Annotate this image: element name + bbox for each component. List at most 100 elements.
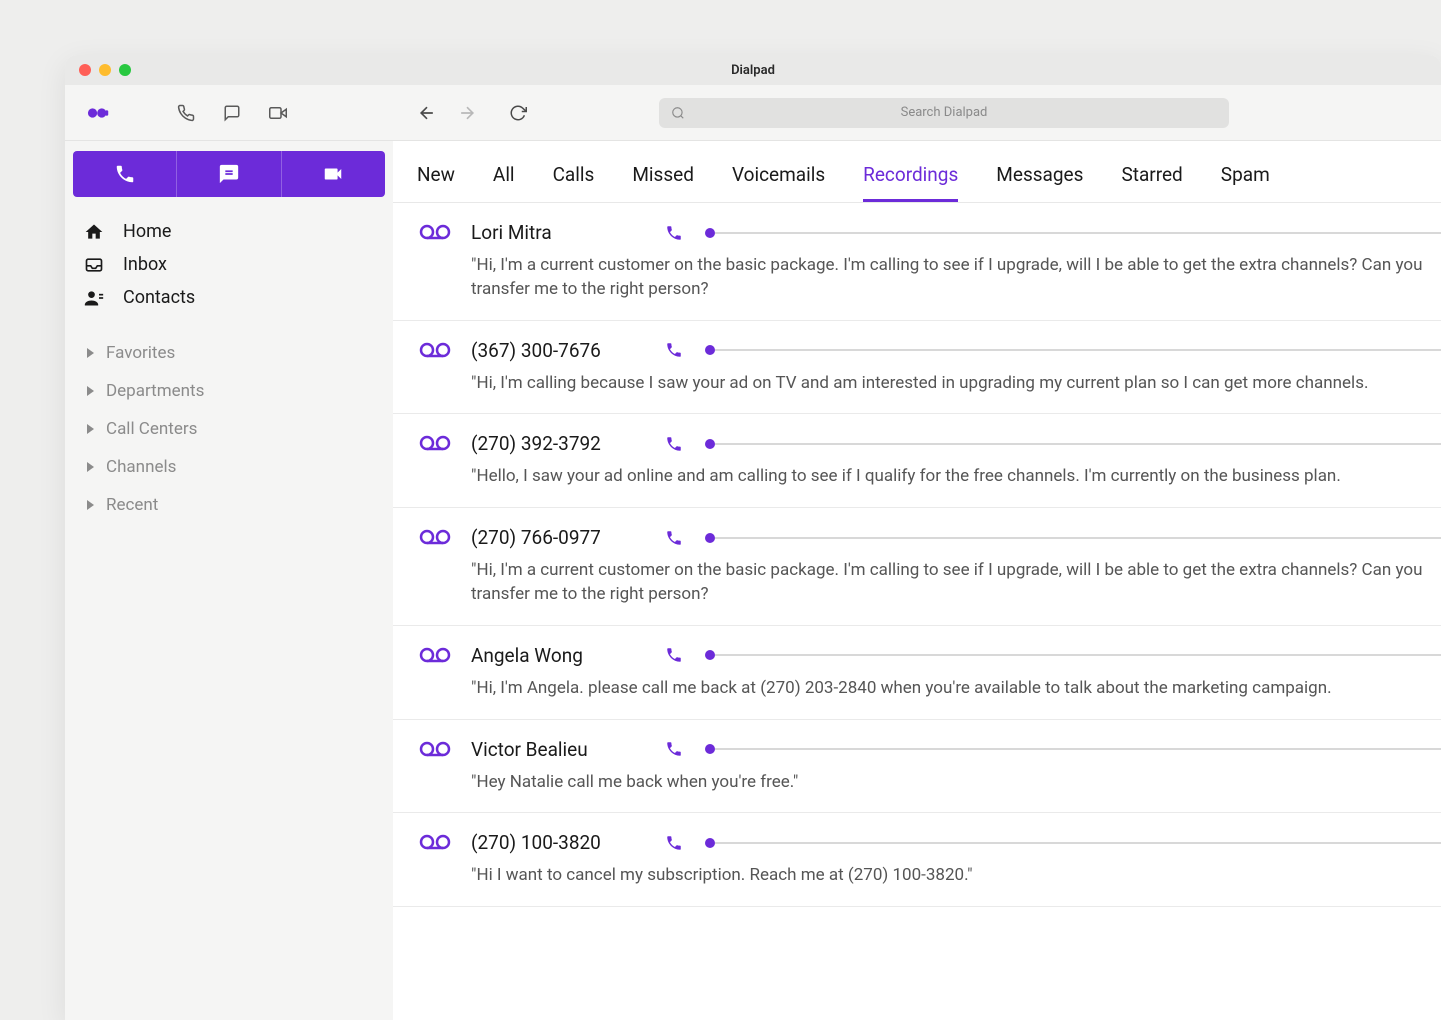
recording-header: (270) 392-3792 [471, 432, 1441, 455]
tab-new[interactable]: New [417, 163, 455, 202]
sidebar-item-label: Inbox [123, 254, 167, 275]
app-logo [87, 105, 111, 121]
chat-icon[interactable] [221, 102, 243, 124]
new-video-button[interactable] [282, 151, 385, 197]
sidebar-section-channels[interactable]: Channels [65, 448, 393, 486]
playback-slider[interactable] [705, 533, 1441, 543]
recording-caller: (367) 300-7676 [471, 339, 651, 362]
sidebar-section-favorites[interactable]: Favorites [65, 334, 393, 372]
close-window-button[interactable] [79, 64, 91, 76]
inbox-icon [83, 255, 105, 275]
search-container: Search Dialpad [527, 98, 1441, 128]
recording-item[interactable]: Angela Wong "Hi, I'm Angela. please call … [393, 626, 1441, 720]
minimize-window-button[interactable] [99, 64, 111, 76]
tab-voicemails[interactable]: Voicemails [732, 163, 825, 202]
recording-header: Angela Wong [471, 644, 1441, 667]
recording-body: (270) 766-0977"Hi, I'm a current custome… [471, 526, 1441, 607]
recording-header: Victor Bealieu [471, 738, 1441, 761]
sidebar-item-label: Home [123, 221, 171, 242]
call-back-button[interactable] [665, 341, 683, 359]
phone-icon[interactable] [175, 102, 197, 124]
sidebar: Home Inbox Contacts [65, 141, 393, 1020]
tab-recordings[interactable]: Recordings [863, 163, 958, 202]
chevron-right-icon [87, 462, 94, 472]
chevron-right-icon [87, 424, 94, 434]
recording-item[interactable]: Victor Bealieu "Hey Natalie call me back … [393, 720, 1441, 814]
contacts-icon [83, 288, 105, 308]
video-icon[interactable] [267, 102, 289, 124]
playback-slider[interactable] [705, 345, 1441, 355]
voicemail-icon [419, 339, 451, 396]
tab-all[interactable]: All [493, 163, 515, 202]
recordings-list: Lori Mitra"Hi, I'm a current customer on… [393, 203, 1441, 1020]
toolbar-left [65, 102, 393, 124]
voicemail-icon [419, 644, 451, 701]
playback-dot[interactable] [705, 439, 715, 449]
sidebar-section-recent[interactable]: Recent [65, 486, 393, 524]
call-back-button[interactable] [665, 834, 683, 852]
call-back-button[interactable] [665, 224, 683, 242]
call-back-button[interactable] [665, 646, 683, 664]
playback-slider[interactable] [705, 228, 1441, 238]
playback-track [715, 842, 1441, 844]
recording-caller: (270) 392-3792 [471, 432, 651, 455]
call-back-button[interactable] [665, 435, 683, 453]
maximize-window-button[interactable] [119, 64, 131, 76]
playback-slider[interactable] [705, 744, 1441, 754]
tabs: New All Calls Missed Voicemails Recordin… [393, 141, 1441, 203]
playback-dot[interactable] [705, 838, 715, 848]
playback-track [715, 443, 1441, 445]
tab-messages[interactable]: Messages [996, 163, 1083, 202]
recording-item[interactable]: (270) 100-3820"Hi I want to cancel my su… [393, 813, 1441, 907]
recording-transcript: "Hi, I'm a current customer on the basic… [471, 254, 1441, 302]
sidebar-action-row [73, 151, 385, 197]
voicemail-icon [419, 831, 451, 888]
app-window: Dialpad [65, 55, 1441, 1020]
sidebar-section-label: Channels [106, 457, 176, 477]
recording-body: Angela Wong "Hi, I'm Angela. please call … [471, 644, 1441, 701]
recording-item[interactable]: (270) 766-0977"Hi, I'm a current custome… [393, 508, 1441, 626]
back-button[interactable] [417, 103, 437, 123]
tab-spam[interactable]: Spam [1221, 163, 1270, 202]
playback-dot[interactable] [705, 650, 715, 660]
playback-dot[interactable] [705, 345, 715, 355]
recording-header: (270) 100-3820 [471, 831, 1441, 854]
tab-starred[interactable]: Starred [1121, 163, 1182, 202]
search-input[interactable]: Search Dialpad [659, 98, 1229, 128]
tab-missed[interactable]: Missed [632, 163, 694, 202]
playback-slider[interactable] [705, 838, 1441, 848]
sidebar-section-departments[interactable]: Departments [65, 372, 393, 410]
recording-item[interactable]: Lori Mitra"Hi, I'm a current customer on… [393, 203, 1441, 321]
toolbar-quick-actions [175, 102, 289, 124]
playback-slider[interactable] [705, 650, 1441, 660]
recording-item[interactable]: (270) 392-3792"Hello, I saw your ad onli… [393, 414, 1441, 508]
playback-dot[interactable] [705, 533, 715, 543]
chevron-right-icon [87, 348, 94, 358]
playback-dot[interactable] [705, 228, 715, 238]
playback-dot[interactable] [705, 744, 715, 754]
tab-calls[interactable]: Calls [553, 163, 595, 202]
new-call-button[interactable] [73, 151, 177, 197]
recording-transcript: "Hi, I'm Angela. please call me back at … [471, 677, 1441, 701]
call-back-button[interactable] [665, 529, 683, 547]
call-back-button[interactable] [665, 740, 683, 758]
voicemail-icon [419, 221, 451, 302]
sidebar-item-home[interactable]: Home [65, 215, 393, 248]
voicemail-icon [419, 432, 451, 489]
sidebar-section-label: Recent [106, 495, 158, 515]
titlebar: Dialpad [65, 55, 1441, 85]
recording-item[interactable]: (367) 300-7676"Hi, I'm calling because I… [393, 321, 1441, 415]
recording-transcript: "Hey Natalie call me back when you're fr… [471, 771, 1441, 795]
playback-slider[interactable] [705, 439, 1441, 449]
recording-caller: Angela Wong [471, 644, 651, 667]
recording-body: (270) 392-3792"Hello, I saw your ad onli… [471, 432, 1441, 489]
new-message-button[interactable] [177, 151, 281, 197]
refresh-button[interactable] [509, 104, 527, 122]
sidebar-section-call-centers[interactable]: Call Centers [65, 410, 393, 448]
recording-body: Victor Bealieu "Hey Natalie call me back … [471, 738, 1441, 795]
playback-track [715, 537, 1441, 539]
sidebar-item-inbox[interactable]: Inbox [65, 248, 393, 281]
sidebar-nav: Home Inbox Contacts [65, 211, 393, 326]
sidebar-item-contacts[interactable]: Contacts [65, 281, 393, 314]
playback-track [715, 232, 1441, 234]
